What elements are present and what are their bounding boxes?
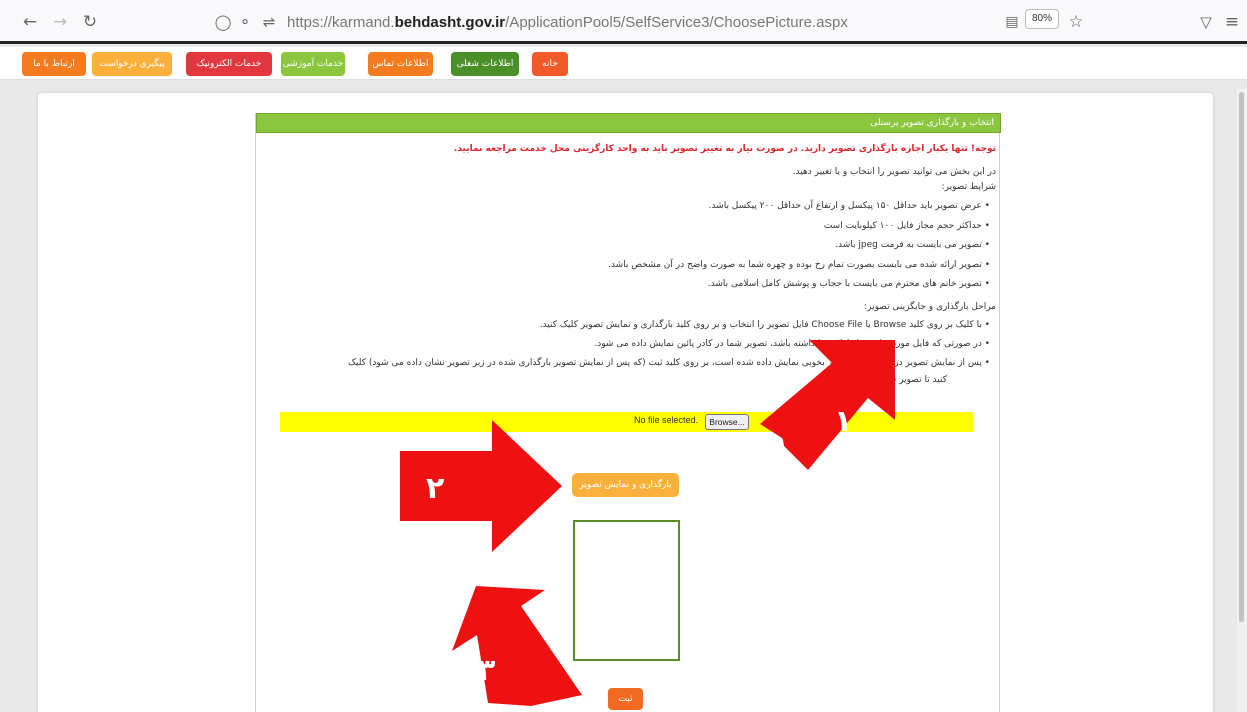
annotation-number-2: ۲	[426, 471, 445, 506]
annotation-overlay	[400, 340, 895, 706]
arrow-annotation-2	[400, 420, 562, 552]
annotation-number-3: ۳	[477, 653, 496, 688]
annotation-number-1: ۱	[834, 404, 853, 439]
arrow-annotation-3	[452, 586, 582, 706]
arrow-annotation-1	[760, 340, 895, 470]
